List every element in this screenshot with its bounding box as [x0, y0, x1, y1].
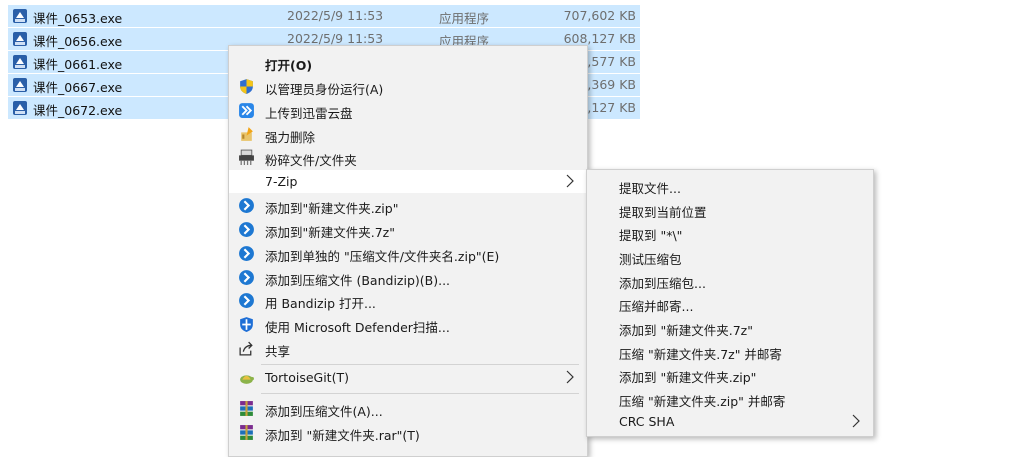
menu-item-label: 提取到 "*\"	[619, 228, 683, 243]
chevron-right-icon	[566, 370, 574, 384]
menu-item-label: 添加到 "新建文件夹.zip"	[619, 370, 757, 385]
menu-item-label: 以管理员身份运行(A)	[265, 82, 384, 97]
bandizip-icon	[239, 270, 254, 285]
submenu-item-test-archive[interactable]: 测试压缩包	[587, 245, 873, 268]
share-icon	[239, 341, 253, 356]
menu-item-force-delete[interactable]: 强力删除	[229, 123, 587, 146]
menu-item-label: 粉碎文件/文件夹	[265, 153, 357, 168]
submenu-item-add-7z[interactable]: 添加到 "新建文件夹.7z"	[587, 316, 873, 339]
menu-item-label: TortoiseGit(T)	[265, 370, 349, 385]
menu-item-label: 提取文件...	[619, 181, 681, 196]
menu-item-label: 添加到 "新建文件夹.rar"(T)	[265, 428, 420, 443]
file-name: 课件_0661.exe	[33, 57, 123, 72]
chevron-right-icon	[566, 174, 574, 188]
bandizip-icon	[239, 222, 254, 237]
menu-item-label: 添加到 "新建文件夹.7z"	[619, 323, 753, 338]
file-name: 课件_0672.exe	[33, 103, 123, 118]
file-type: 应用程序	[439, 11, 490, 26]
submenu-item-extract-files[interactable]: 提取文件...	[587, 174, 873, 197]
menu-item-label: 用 Bandizip 打开...	[265, 296, 376, 311]
menu-item-label: 测试压缩包	[619, 252, 682, 267]
thunder-cloud-icon	[239, 103, 254, 118]
menu-item-share[interactable]: 共享	[229, 337, 587, 360]
menu-item-label: 添加到"新建文件夹.7z"	[265, 225, 395, 240]
menu-item-bandizip-add-archive[interactable]: 添加到压缩文件 (Bandizip)(B)...	[229, 266, 587, 289]
menu-item-label: 上传到迅雷云盘	[265, 106, 353, 121]
menu-item-winrar-add[interactable]: 添加到压缩文件(A)...	[229, 397, 587, 420]
file-size: 608,127 KB	[563, 31, 636, 46]
file-size: 707,602 KB	[563, 8, 636, 23]
file-date: 2022/5/9 11:53	[287, 31, 384, 46]
menu-item-label: 打开(O)	[265, 58, 313, 73]
menu-item-label: CRC SHA	[619, 414, 675, 429]
winrar-icon	[240, 425, 253, 440]
shredder-icon	[239, 149, 254, 165]
menu-item-run-as-admin[interactable]: 以管理员身份运行(A)	[229, 75, 587, 98]
exe-file-icon	[13, 9, 27, 23]
menu-item-label: 添加到压缩文件 (Bandizip)(B)...	[265, 273, 451, 288]
exe-file-icon	[13, 101, 27, 115]
menu-item-label: 提取到当前位置	[619, 205, 707, 220]
menu-item-defender-scan[interactable]: 使用 Microsoft Defender扫描...	[229, 313, 587, 336]
tortoisegit-icon	[240, 375, 254, 384]
menu-item-label: 添加到"新建文件夹.zip"	[265, 201, 399, 216]
menu-item-label: 添加到压缩包...	[619, 276, 706, 291]
menu-item-bandizip-open[interactable]: 用 Bandizip 打开...	[229, 289, 587, 312]
submenu-item-extract-here[interactable]: 提取到当前位置	[587, 198, 873, 221]
menu-item-label: 压缩并邮寄...	[619, 299, 694, 314]
menu-item-shred[interactable]: 粉碎文件/文件夹	[229, 146, 587, 169]
menu-separator	[261, 364, 579, 365]
file-row[interactable]: 课件_0653.exe 2022/5/9 11:53 应用程序 707,602 …	[8, 5, 640, 27]
force-delete-icon	[241, 127, 253, 141]
menu-item-label: 添加到压缩文件(A)...	[265, 404, 383, 419]
exe-file-icon	[13, 55, 27, 69]
7zip-submenu: 提取文件... 提取到当前位置 提取到 "*\" 测试压缩包 添加到压缩包...…	[586, 169, 874, 437]
bandizip-icon	[239, 293, 254, 308]
menu-item-tortoisegit[interactable]: TortoiseGit(T)	[229, 366, 587, 389]
exe-file-icon	[13, 78, 27, 92]
file-date: 2022/5/9 11:53	[287, 8, 384, 23]
submenu-item-crc-sha[interactable]: CRC SHA	[587, 410, 873, 433]
menu-item-label: 压缩 "新建文件夹.7z" 并邮寄	[619, 347, 782, 362]
submenu-item-compress-7z-email[interactable]: 压缩 "新建文件夹.7z" 并邮寄	[587, 340, 873, 363]
menu-separator	[261, 393, 579, 394]
menu-item-bandizip-add-separate[interactable]: 添加到单独的 "压缩文件/文件夹名.zip"(E)	[229, 242, 587, 265]
uac-shield-icon	[240, 79, 253, 94]
menu-item-label: 使用 Microsoft Defender扫描...	[265, 320, 450, 335]
menu-item-label: 共享	[265, 344, 291, 359]
bandizip-icon	[239, 198, 254, 213]
chevron-right-icon	[852, 414, 860, 428]
submenu-item-compress-email[interactable]: 压缩并邮寄...	[587, 292, 873, 315]
submenu-item-compress-zip-email[interactable]: 压缩 "新建文件夹.zip" 并邮寄	[587, 387, 873, 410]
defender-icon	[240, 317, 253, 332]
submenu-item-add-to-archive[interactable]: 添加到压缩包...	[587, 269, 873, 292]
menu-item-label: 添加到单独的 "压缩文件/文件夹名.zip"(E)	[265, 249, 500, 264]
bandizip-icon	[239, 246, 254, 261]
submenu-item-extract-to-folder[interactable]: 提取到 "*\"	[587, 221, 873, 244]
exe-file-icon	[13, 32, 27, 46]
submenu-item-add-zip[interactable]: 添加到 "新建文件夹.zip"	[587, 363, 873, 386]
menu-item-label: 压缩 "新建文件夹.zip" 并邮寄	[619, 394, 786, 409]
menu-item-bandizip-add-7z[interactable]: 添加到"新建文件夹.7z"	[229, 218, 587, 241]
menu-item-label: 7-Zip	[265, 174, 298, 189]
file-name: 课件_0653.exe	[33, 11, 123, 26]
file-name: 课件_0656.exe	[33, 34, 123, 49]
file-name: 课件_0667.exe	[33, 80, 123, 95]
winrar-icon	[240, 401, 253, 416]
menu-item-bandizip-add-zip[interactable]: 添加到"新建文件夹.zip"	[229, 194, 587, 217]
menu-item-7zip[interactable]: 7-Zip	[229, 170, 587, 193]
menu-item-label: 强力删除	[265, 130, 316, 145]
menu-item-open[interactable]: 打开(O)	[229, 51, 587, 74]
menu-item-winrar-add-rar[interactable]: 添加到 "新建文件夹.rar"(T)	[229, 421, 587, 444]
context-menu: 打开(O) 以管理员身份运行(A) 上传到迅雷云盘 强力删除 粉碎文件/文件夹	[228, 45, 588, 457]
menu-item-upload-thunder[interactable]: 上传到迅雷云盘	[229, 99, 587, 122]
